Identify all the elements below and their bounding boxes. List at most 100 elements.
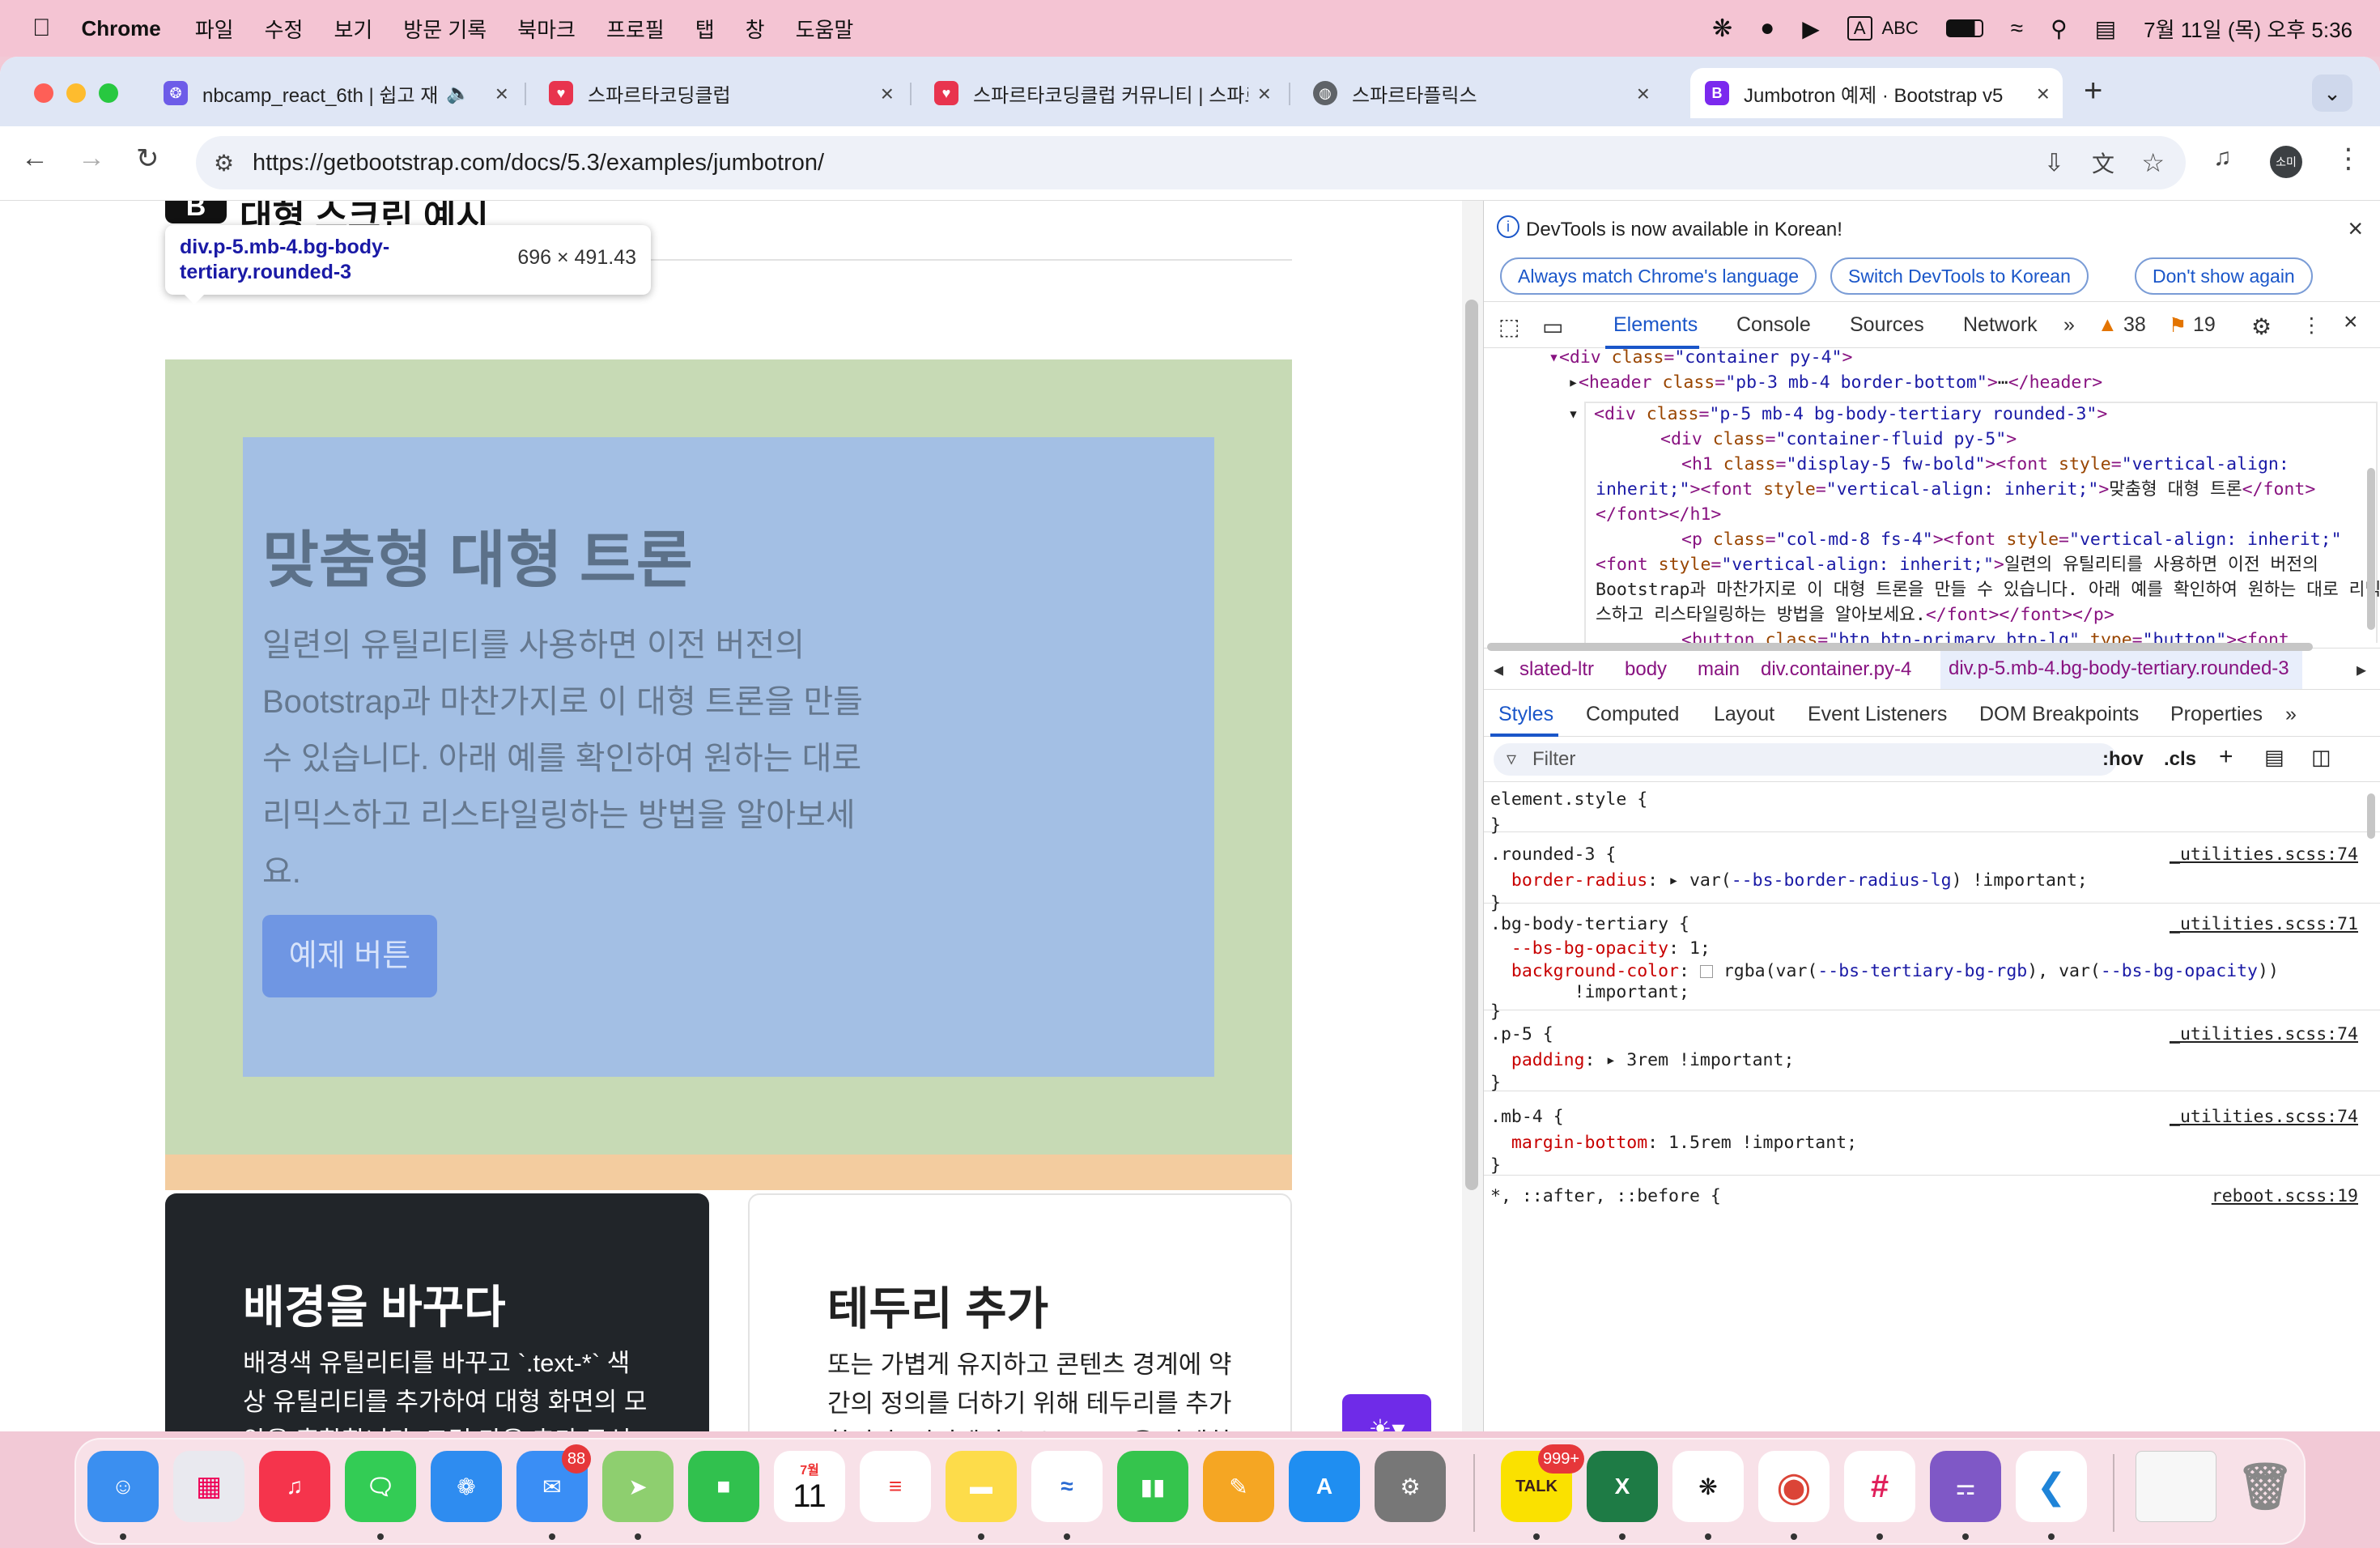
more-tabs-icon[interactable]: » [2063, 313, 2075, 337]
rule-p-5[interactable]: .p-5 { padding: ▸ 3rem !important; } _ut… [1484, 1010, 2380, 1093]
close-window-button[interactable] [34, 83, 53, 103]
tab-nbcamp[interactable]: ❂ nbcamp_react_6th | 쉽고 재 🔈 × [149, 68, 521, 118]
facetime-icon[interactable]: ■ [688, 1451, 759, 1522]
menu-history[interactable]: 방문 기록 [403, 14, 487, 44]
rule-element-style[interactable]: element.style { } [1484, 784, 2380, 836]
close-tab-icon[interactable]: × [495, 81, 508, 107]
apple-icon[interactable]:  [32, 15, 51, 42]
breadcrumb-item[interactable]: div.container.py-4 [1761, 658, 1911, 681]
tab-console[interactable]: Console [1736, 313, 1811, 337]
dom-line[interactable]: <div class="p-5 mb-4 bg-body-tertiary ro… [1594, 402, 2107, 427]
forward-arrow-icon[interactable]: → [78, 142, 105, 174]
cls-toggle[interactable]: .cls [2164, 748, 2196, 771]
dont-show-again-button[interactable]: Don't show again [2135, 257, 2313, 295]
element-state-icon[interactable]: ▤ [2264, 745, 2284, 770]
close-banner-icon[interactable]: × [2348, 214, 2363, 244]
dom-line[interactable]: Bootstrap과 마찬가지로 이 대형 트론을 만들 수 있습니다. 아래 … [1596, 577, 2380, 602]
menu-app-name[interactable]: Chrome [82, 16, 161, 41]
breadcrumb-item[interactable]: body [1625, 658, 1667, 681]
dom-line[interactable]: </font></h1> [1596, 502, 1721, 527]
device-toolbar-icon[interactable]: ▭ [1542, 313, 1563, 340]
warning-icon[interactable]: ▲ [2097, 313, 2118, 337]
spotlight-search-icon[interactable]: ⚲ [2051, 15, 2068, 42]
profile-avatar[interactable]: 소미 [2270, 146, 2302, 178]
chat-status-icon[interactable]: ● [1760, 15, 1774, 42]
breadcrumb-left-arrow-icon[interactable]: ◂ [1494, 658, 1503, 682]
bookmark-star-icon[interactable]: ☆ [2141, 147, 2165, 178]
switch-korean-button[interactable]: Switch DevTools to Korean [1830, 257, 2089, 295]
menu-window[interactable]: 창 [746, 14, 765, 44]
more-tabs-icon[interactable]: » [2285, 703, 2297, 726]
tab-sparta[interactable]: ♥ 스파르타코딩클럽 × [534, 68, 907, 118]
tab-styles[interactable]: Styles [1498, 703, 1553, 726]
tab-properties[interactable]: Properties [2170, 703, 2263, 726]
page-scrollbar-thumb[interactable] [1465, 300, 1478, 1190]
tab-layout[interactable]: Layout [1714, 703, 1774, 726]
url-text[interactable]: https://getbootstrap.com/docs/5.3/exampl… [253, 150, 824, 176]
wifi-icon[interactable]: ≈ [2011, 15, 2023, 41]
input-source-icon[interactable]: A [1847, 16, 1872, 40]
dom-line[interactable]: <button class="btn btn-primary btn-lg" t… [1681, 627, 2289, 643]
close-devtools-icon[interactable]: × [2344, 308, 2358, 336]
music-icon[interactable]: ♫ [259, 1451, 330, 1522]
styles-filter-input[interactable]: ▿ Filter [1494, 743, 2117, 776]
styles-scrollbar-thumb[interactable] [2367, 793, 2375, 839]
finder-icon[interactable]: ☺ [87, 1451, 159, 1522]
menu-clock[interactable]: 7월 11일 (목) 오후 5:36 [2144, 14, 2352, 44]
media-control-icon[interactable]: ♫ [2213, 144, 2232, 172]
menu-tab[interactable]: 탭 [695, 14, 715, 44]
new-tab-button[interactable]: + [2084, 73, 2102, 109]
rule-bg-body-tertiary[interactable]: .bg-body-tertiary { --bs-bg-opacity: 1; … [1484, 904, 2380, 1022]
chrome-menu-icon[interactable]: ⋮ [2335, 142, 2362, 175]
trash-icon[interactable]: 🗑 [2229, 1451, 2301, 1522]
tab-sparta-community[interactable]: ♥ 스파르타코딩클럽 커뮤니티 | 스파르 × [920, 68, 1284, 118]
dom-scrollbar-thumb[interactable] [2367, 468, 2375, 630]
tab-sources[interactable]: Sources [1850, 313, 1924, 337]
inspect-element-icon[interactable]: ⬚ [1498, 313, 1519, 340]
audio-icon[interactable]: 🔈 [446, 82, 470, 105]
rule-rounded-3[interactable]: .rounded-3 { border-radius: ▸ var(--bs-b… [1484, 832, 2380, 913]
menu-profiles[interactable]: 프로필 [606, 14, 665, 44]
dom-tree[interactable]: ▾<div class="container py-4"> ▸<header c… [1484, 348, 2380, 643]
tab-search-chevron-icon[interactable]: ⌄ [2312, 74, 2352, 112]
issues-count[interactable]: 19 [2193, 313, 2216, 337]
slack-icon[interactable]: # [1844, 1451, 1915, 1522]
issues-icon[interactable]: ⚑ [2169, 313, 2187, 338]
control-center-icon[interactable]: ▤ [2095, 15, 2116, 42]
chrome-icon[interactable]: ◉ [1758, 1451, 1830, 1522]
close-tab-icon[interactable]: × [1637, 81, 1650, 107]
tab-elements[interactable]: Elements [1613, 313, 1698, 337]
rule-universal[interactable]: *, ::after, ::before { reboot.scss:19 [1484, 1176, 2380, 1224]
numbers-icon[interactable]: ▮▮ [1117, 1451, 1188, 1522]
maps-icon[interactable]: ➤ [602, 1451, 674, 1522]
translate-icon[interactable]: 文 [2092, 147, 2114, 179]
example-button[interactable]: 예제 버튼 [262, 915, 437, 997]
app-store-icon[interactable]: A [1289, 1451, 1360, 1522]
zoom-window-button[interactable] [99, 83, 118, 103]
toggle-sidebar-icon[interactable]: ◫ [2311, 745, 2331, 770]
minimize-window-button[interactable] [66, 83, 86, 103]
dom-line[interactable]: <div class="container-fluid py-5"> [1660, 427, 2017, 452]
bootstrap-logo[interactable]: B [165, 201, 227, 223]
hov-toggle[interactable]: :hov [2102, 748, 2144, 771]
dom-line[interactable]: <font style="vertical-align: inherit;">일… [1596, 552, 2318, 577]
dom-line[interactable]: inherit;"><font style="vertical-align: i… [1596, 477, 2315, 502]
dom-line[interactable]: ▸<header class="pb-3 mb-4 border-bottom"… [1568, 370, 2102, 395]
devtools-menu-icon[interactable]: ⋮ [2301, 313, 2322, 338]
breadcrumb-item-selected[interactable]: div.p-5.mb-4.bg-body-tertiary.rounded-3 [1940, 649, 2302, 689]
breadcrumb-item[interactable]: main [1698, 658, 1740, 681]
calendar-icon[interactable]: 7월 11 [774, 1451, 845, 1522]
breadcrumb-item[interactable]: slated-ltr [1519, 658, 1594, 681]
play-icon[interactable]: ▶ [1802, 15, 1820, 42]
close-tab-icon[interactable]: × [881, 81, 894, 107]
visual-studio-icon[interactable]: ⚎ [1930, 1451, 2001, 1522]
safari-icon[interactable]: ❁ [431, 1451, 502, 1522]
breadcrumb-right-arrow-icon[interactable]: ▸ [2357, 658, 2366, 682]
close-tab-icon[interactable]: × [1258, 81, 1271, 107]
settings-gear-icon[interactable]: ⚙ [2251, 313, 2272, 340]
warning-count[interactable]: 38 [2123, 313, 2146, 337]
menu-file[interactable]: 파일 [195, 14, 234, 44]
recent-window-thumbnail[interactable] [2136, 1451, 2216, 1522]
theme-toggle-button[interactable]: ☀▾ [1342, 1394, 1431, 1431]
vscode-icon[interactable]: ❮ [2016, 1451, 2087, 1522]
